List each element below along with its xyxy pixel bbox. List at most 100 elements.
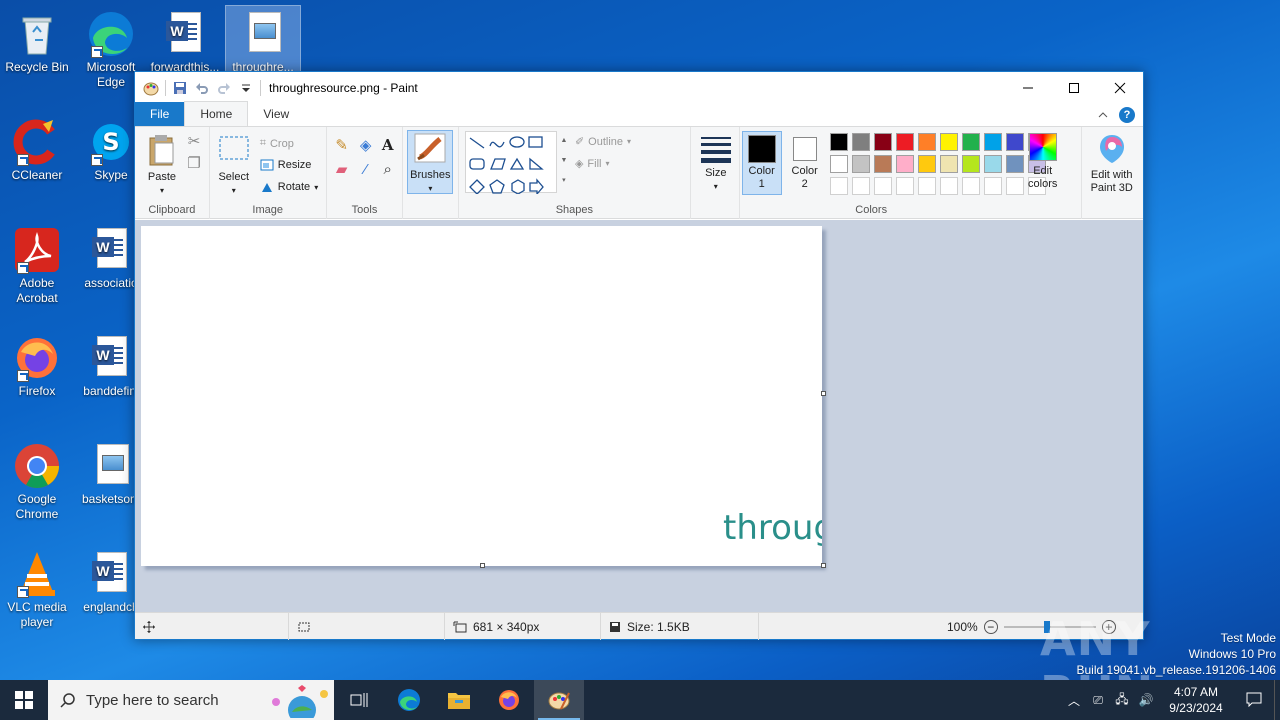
chevron-up-icon[interactable]: ︿ — [1062, 692, 1086, 709]
select-button[interactable]: Select ▾ — [216, 133, 252, 197]
palette-swatch[interactable] — [851, 155, 870, 173]
palette-swatch[interactable] — [983, 133, 1002, 151]
color-picker-icon[interactable]: ⁄ — [357, 161, 375, 179]
resize-handle-right[interactable] — [821, 391, 826, 396]
eraser-icon[interactable]: ▰ — [333, 161, 351, 179]
task-view-button[interactable] — [334, 680, 384, 720]
palette-swatch[interactable] — [895, 133, 914, 151]
tab-home[interactable]: Home — [184, 101, 249, 126]
palette-swatch[interactable] — [1005, 133, 1024, 151]
start-button[interactable] — [0, 680, 48, 720]
taskbar-paint[interactable] — [534, 680, 584, 720]
color2-label: Color 2 — [791, 165, 818, 190]
palette-swatch[interactable] — [1005, 155, 1024, 173]
desktop-icon-label: Adobe Acrobat — [16, 276, 58, 305]
palette-swatch[interactable] — [829, 177, 848, 195]
palette-swatch[interactable] — [851, 133, 870, 151]
group-paint3d: Edit with Paint 3D — [1082, 127, 1143, 219]
palette-swatch[interactable] — [939, 133, 958, 151]
shapes-gallery[interactable] — [464, 131, 557, 196]
shapes-scroll[interactable]: ▲ ▼ ▾ — [559, 131, 569, 193]
palette-swatch[interactable] — [939, 177, 958, 195]
edit-paint3d-button[interactable]: Edit with Paint 3D — [1082, 133, 1142, 195]
palette-swatch[interactable] — [873, 155, 892, 173]
crop-button[interactable]: ⌗ Crop — [260, 137, 294, 150]
help-icon[interactable]: ? — [1119, 107, 1135, 123]
ccleaner-icon — [13, 118, 61, 166]
palette-swatch[interactable] — [829, 155, 848, 173]
palette-swatch[interactable] — [917, 177, 936, 195]
palette-swatch[interactable] — [983, 155, 1002, 173]
desktop-icon-recycle-bin[interactable]: Recycle Bin — [0, 6, 74, 75]
dimensions-icon — [453, 621, 467, 632]
save-icon[interactable] — [172, 80, 188, 96]
palette-swatch[interactable] — [895, 177, 914, 195]
show-desktop-button[interactable] — [1274, 680, 1280, 720]
size-button[interactable]: Size ▾ — [695, 133, 737, 193]
outline-button[interactable]: ✐ Outline ▾ — [575, 135, 631, 149]
taskbar-edge[interactable] — [384, 680, 434, 720]
desktop-icon-vlc[interactable]: VLC media player — [0, 546, 74, 630]
redo-icon[interactable] — [216, 80, 232, 96]
desktop-icon-firefox[interactable]: Firefox — [0, 330, 74, 399]
taskbar-search[interactable]: Type here to search — [48, 680, 334, 720]
paste-button[interactable]: Paste ▾ — [143, 133, 181, 197]
fill-bucket-icon[interactable]: ◈ — [357, 137, 375, 155]
taskbar-firefox[interactable] — [484, 680, 534, 720]
palette-swatch[interactable] — [851, 177, 870, 195]
palette-swatch[interactable] — [873, 177, 892, 195]
taskbar-file-explorer[interactable] — [434, 680, 484, 720]
zoom-out-icon[interactable]: − — [983, 619, 998, 634]
maximize-button[interactable] — [1051, 72, 1097, 103]
skype-icon: S — [87, 118, 135, 166]
desktop-icon-throughresource[interactable]: throughre... — [225, 5, 301, 76]
desktop-icon-forwardthis[interactable]: W forwardthis... — [148, 6, 222, 75]
rotate-button[interactable]: Rotate ▾ — [260, 181, 318, 193]
fill-button[interactable]: ◈ Fill ▾ — [575, 157, 610, 171]
collapse-ribbon-icon[interactable] — [1097, 109, 1109, 121]
network-icon[interactable]: 🖧 — [1110, 690, 1134, 711]
palette-swatch[interactable] — [917, 133, 936, 151]
paste-icon — [149, 135, 174, 166]
palette-swatch[interactable] — [1005, 177, 1024, 195]
resize-button[interactable]: Resize — [260, 159, 311, 171]
text-tool-icon[interactable]: A — [379, 136, 397, 154]
palette-swatch[interactable] — [961, 177, 980, 195]
color2-button[interactable]: Color 2 — [786, 131, 824, 191]
magnifier-icon[interactable]: ⌕ — [379, 161, 397, 179]
desktop-icon-chrome[interactable]: Google Chrome — [0, 438, 74, 522]
drawing-canvas[interactable]: throug — [141, 226, 822, 566]
close-button[interactable] — [1097, 72, 1143, 103]
outline-label: Outline — [588, 135, 624, 148]
brushes-button[interactable]: Brushes ▾ — [407, 130, 454, 194]
brush-icon — [414, 133, 446, 163]
customize-toolbar-icon[interactable] — [238, 80, 254, 96]
desktop-icon-acrobat[interactable]: Adobe Acrobat — [0, 222, 74, 306]
resize-handle-bottom[interactable] — [480, 563, 485, 568]
palette-swatch[interactable] — [873, 133, 892, 151]
clock[interactable]: 4:07 AM 9/23/2024 — [1158, 684, 1234, 716]
move-cursor-icon — [143, 620, 155, 633]
desktop-icon-ccleaner[interactable]: CCleaner — [0, 114, 74, 183]
pencil-icon[interactable]: ✎ — [333, 137, 351, 155]
notifications-icon[interactable] — [1234, 691, 1274, 710]
tab-file[interactable]: File — [135, 102, 185, 126]
palette-swatch[interactable] — [939, 155, 958, 173]
resize-handle-corner[interactable] — [821, 563, 826, 568]
palette-swatch[interactable] — [895, 155, 914, 173]
file-size-text: Size: 1.5KB — [627, 619, 690, 634]
undo-icon[interactable] — [194, 80, 210, 96]
palette-swatch[interactable] — [917, 155, 936, 173]
volume-icon[interactable]: 🔊 — [1134, 693, 1158, 707]
palette-swatch[interactable] — [829, 133, 848, 151]
device-icon[interactable]: ⎚ — [1086, 693, 1110, 708]
palette-swatch[interactable] — [983, 177, 1002, 195]
copy-icon[interactable]: ❐ — [185, 155, 203, 173]
color1-button[interactable]: Color 1 — [741, 131, 782, 195]
cut-icon[interactable]: ✂ — [185, 133, 203, 151]
minimize-button[interactable] — [1005, 72, 1051, 103]
edit-colors-button[interactable]: Edit colors — [1026, 133, 1060, 191]
palette-swatch[interactable] — [961, 133, 980, 151]
palette-swatch[interactable] — [961, 155, 980, 173]
tab-view[interactable]: View — [248, 102, 304, 126]
